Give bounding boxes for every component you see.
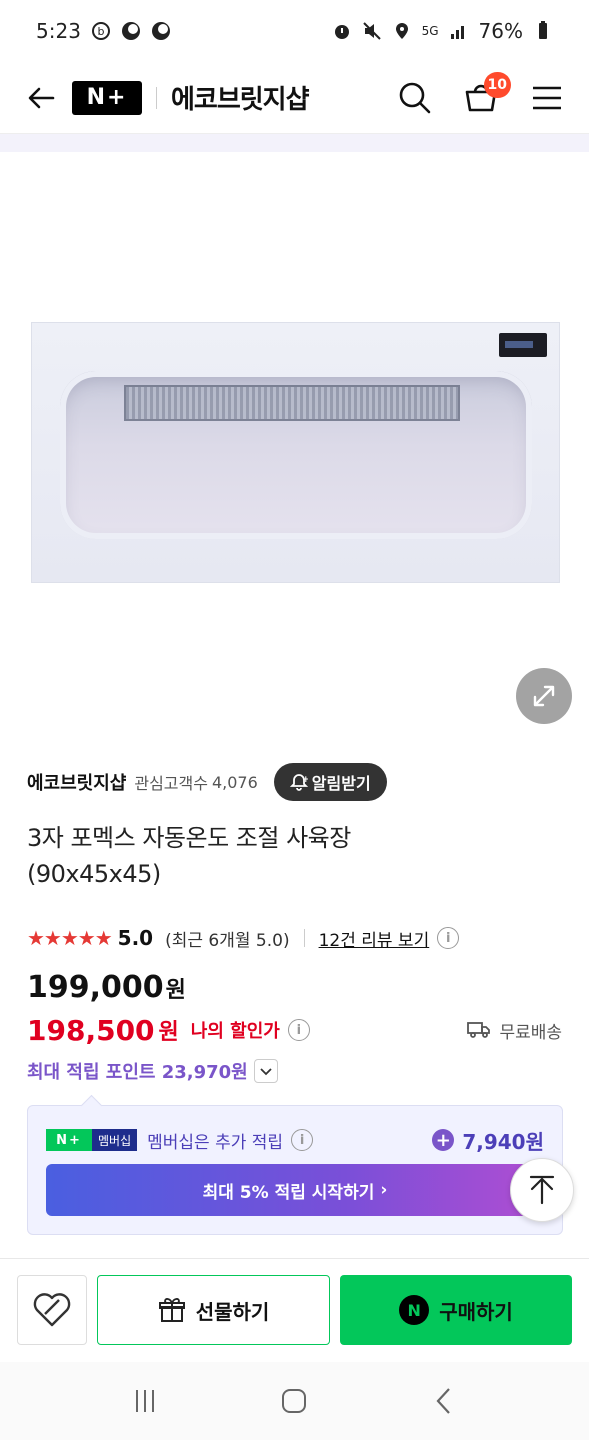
svg-text:b: b (97, 25, 104, 38)
points-toggle[interactable] (253, 1059, 278, 1083)
sale-price-unit: 원 (158, 1020, 179, 1045)
rating-recent: (최근 6개월 5.0) (165, 930, 290, 951)
cart-count-badge: 10 (483, 71, 511, 98)
membership-points-value: 7,940원 (462, 1129, 544, 1154)
sale-price-value: 198,500 (27, 1013, 155, 1047)
naver-plus-logo[interactable]: N+ (72, 80, 142, 115)
membership-cta-label: 최대 5% 적립 시작하기 (202, 1182, 375, 1203)
menu-button[interactable] (529, 80, 565, 116)
arrow-left-icon (28, 87, 55, 108)
home-icon (282, 1389, 307, 1413)
home-button[interactable] (274, 1381, 314, 1421)
info-icon[interactable]: i (291, 1129, 314, 1151)
membership-desc: 멤버십은 추가 적립 (147, 1132, 284, 1153)
chevron-down-icon (260, 1068, 272, 1076)
fav-count: 4,076 (211, 772, 258, 792)
moon-icon (121, 21, 141, 41)
chevron-left-icon (436, 1388, 450, 1414)
original-price-value: 199,000 (27, 970, 164, 1005)
buy-label: 구매하기 (439, 1299, 513, 1324)
svg-text:+: + (302, 775, 308, 785)
original-price-unit: 원 (165, 978, 186, 1003)
alarm-button[interactable]: + 알림받기 (273, 763, 387, 801)
membership-points: + 7,940원 (432, 1126, 544, 1155)
rating-score: 5.0 (117, 926, 154, 950)
product-title: 3자 포멕스 자동온도 조절 사육장 (90x45x45) (27, 820, 549, 892)
back-button[interactable] (24, 81, 58, 115)
wishlist-button[interactable] (17, 1275, 87, 1345)
signal-icon (449, 21, 469, 41)
membership-cta-button[interactable]: 최대 5% 적립 시작하기 › (46, 1164, 544, 1216)
sale-price-row: 198,500 원 나의 할인가 i 무료배송 (27, 1012, 562, 1048)
max-points-label: 최대 적립 포인트 23,970원 (27, 1062, 248, 1083)
expand-icon (533, 685, 555, 707)
recent-apps-button[interactable] (125, 1381, 165, 1421)
product-image-area[interactable] (0, 152, 589, 742)
hamburger-menu-icon (533, 86, 561, 109)
original-price: 199,000 원 (27, 970, 186, 1005)
store-name[interactable]: 에코브릿지샵 (171, 79, 310, 116)
search-button[interactable] (397, 80, 433, 116)
recent-apps-icon (135, 1390, 154, 1412)
sale-price-label: 나의 할인가 (190, 1021, 280, 1042)
header-divider (156, 86, 157, 109)
enclosure-opening (60, 371, 532, 539)
nav-back-button[interactable] (424, 1381, 464, 1421)
membership-box: N+ 멤버십 멤버십은 추가 적립 i + 7,940원 최대 5% 적립 시작… (27, 1105, 563, 1235)
alarm-label: 알림받기 (311, 774, 371, 793)
bottom-action-bar: 선물하기 N 구매하기 (0, 1258, 589, 1362)
rating-separator (303, 929, 305, 947)
membership-logo: N+ (46, 1129, 92, 1151)
header-strip (0, 134, 589, 152)
status-time: 5:23 (36, 19, 81, 43)
android-nav-bar (0, 1362, 589, 1440)
review-link[interactable]: 12건 리뷰 보기 (319, 926, 430, 951)
plus-icon: + (432, 1129, 455, 1151)
rating-row: ★★★★★ 5.0 (최근 6개월 5.0) 12건 리뷰 보기 i (27, 924, 562, 952)
membership-badge: N+ 멤버십 (46, 1128, 138, 1152)
search-icon (399, 82, 431, 113)
product-title-line2: (90x45x45) (27, 860, 161, 888)
heart-icon (33, 1293, 71, 1327)
truck-icon (467, 1022, 491, 1038)
buy-button[interactable]: N 구매하기 (340, 1275, 572, 1345)
fav-label: 관심고객수 (134, 774, 208, 793)
info-icon[interactable]: i (287, 1019, 310, 1041)
zoom-button[interactable] (516, 668, 572, 724)
gift-label: 선물하기 (195, 1299, 270, 1324)
seller-name[interactable]: 에코브릿지샵 (27, 769, 126, 795)
mute-icon (362, 21, 382, 41)
app-header: N+ 에코브릿지샵 10 (0, 62, 589, 134)
network-label: 5G (421, 24, 439, 38)
arrow-up-icon (529, 1175, 555, 1205)
max-points-row[interactable]: 최대 적립 포인트 23,970원 (27, 1058, 278, 1084)
location-icon (392, 21, 412, 41)
seller-row: 에코브릿지샵 관심고객수 4,076 + 알림받기 (27, 762, 562, 802)
shipping-info: 무료배송 (467, 1018, 562, 1043)
shipping-label: 무료배송 (499, 1022, 562, 1043)
membership-badge-text: 멤버십 (92, 1129, 138, 1151)
info-icon[interactable]: i (437, 927, 460, 949)
gift-icon (158, 1298, 185, 1322)
status-bar: 5:23 b 5G 76% (0, 0, 589, 62)
product-photo (31, 322, 560, 583)
thermostat-controller (499, 333, 547, 357)
rating-stars: ★★★★★ (27, 926, 113, 950)
naver-pay-icon: N (399, 1295, 430, 1325)
notification-b-icon: b (91, 21, 111, 41)
battery-icon (533, 21, 553, 41)
chevron-right-icon: › (380, 1180, 388, 1200)
vent-grille (124, 385, 460, 421)
scroll-top-button[interactable] (510, 1158, 574, 1222)
gift-button[interactable]: 선물하기 (97, 1275, 330, 1345)
battery-level: 76% (478, 19, 523, 43)
cart-button[interactable]: 10 (463, 71, 511, 116)
alarm-icon (332, 21, 352, 41)
product-title-line1: 3자 포멕스 자동온도 조절 사육장 (27, 824, 351, 852)
moon-icon (151, 21, 171, 41)
bell-icon: + (289, 774, 308, 791)
